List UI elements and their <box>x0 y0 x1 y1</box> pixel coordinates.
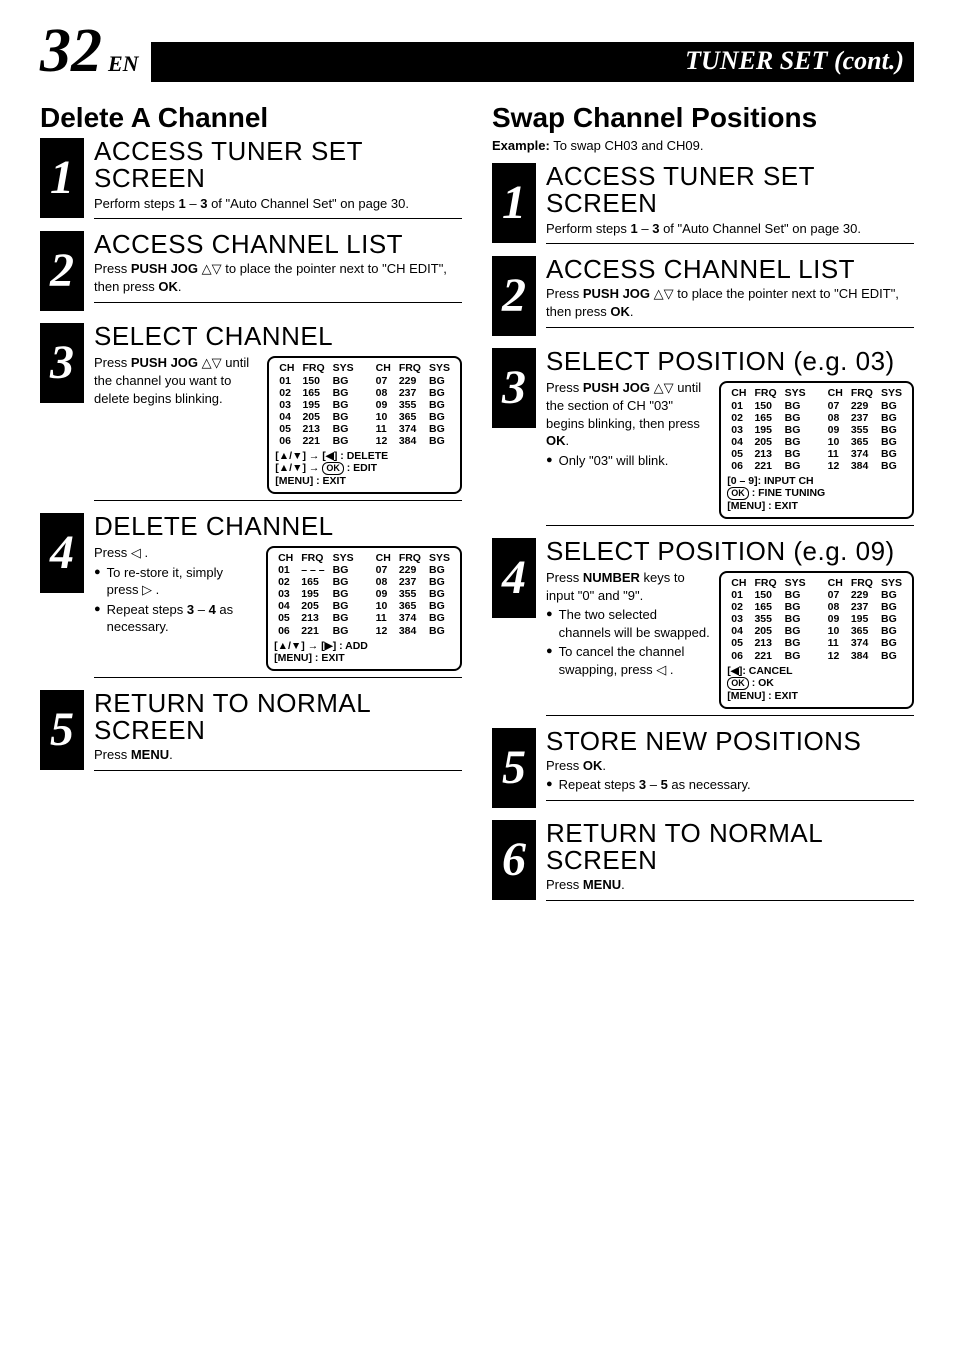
step-title: SELECT POSITION (e.g. 09) <box>546 538 914 565</box>
right-step-6: 6RETURN TO NORMAL SCREENPress MENU. <box>492 820 914 901</box>
step-title: ACCESS TUNER SET SCREEN <box>94 138 462 193</box>
step-title: RETURN TO NORMAL SCREEN <box>546 820 914 875</box>
step-number: 6 <box>492 820 536 900</box>
step-text: Press MENU. <box>94 746 462 764</box>
right-section-title: Swap Channel Positions <box>492 102 914 134</box>
step-number: 1 <box>492 163 536 243</box>
step-divider <box>94 677 462 678</box>
step-number: 2 <box>492 256 536 336</box>
left-step-1: 1ACCESS TUNER SET SCREEN Perform steps 1 … <box>40 138 462 219</box>
example-label: Example: <box>492 138 550 153</box>
step-bullet: ●To re-store it, simply press ▷ . <box>94 564 258 599</box>
right-step-2: 2 ACCESS CHANNEL LISTPress PUSH JOG △▽ to… <box>492 256 914 336</box>
step-divider <box>546 715 914 716</box>
step-bullet: ●Repeat steps 3 – 4 as necessary. <box>94 601 258 636</box>
step-title: SELECT CHANNEL <box>94 323 462 350</box>
step-divider <box>546 243 914 244</box>
step-bullet: ●Only "03" will blink. <box>546 452 711 470</box>
step-divider <box>94 500 462 501</box>
step-number: 4 <box>40 513 84 593</box>
left-step-2: 2 ACCESS CHANNEL LISTPress PUSH JOG △▽ to… <box>40 231 462 311</box>
step-text: Press ◁ . <box>94 544 258 562</box>
right-steps: 1ACCESS TUNER SET SCREEN Perform steps 1 … <box>492 163 914 901</box>
page-number-block: 32 EN <box>40 20 139 82</box>
example-text: To swap CH03 and CH09. <box>553 138 703 153</box>
right-column: Swap Channel Positions Example: To swap … <box>492 92 914 913</box>
step-divider <box>94 770 462 771</box>
step-number: 3 <box>492 348 536 428</box>
step-number: 1 <box>40 138 84 218</box>
left-step-5: 5RETURN TO NORMAL SCREENPress MENU. <box>40 690 462 771</box>
osd-screen: CHFRQSYS01150BG02165BG03355BG04205BG0521… <box>719 571 914 708</box>
content-columns: Delete A Channel 1ACCESS TUNER SET SCREE… <box>40 92 914 913</box>
step-divider <box>94 218 462 219</box>
step-divider <box>546 327 914 328</box>
left-step-3: 3 SELECT CHANNEL Press PUSH JOG △▽ until t… <box>40 323 462 501</box>
step-text: Press PUSH JOG △▽ until the channel you … <box>94 354 259 407</box>
step-title: ACCESS CHANNEL LIST <box>546 256 914 283</box>
left-steps: 1ACCESS TUNER SET SCREEN Perform steps 1 … <box>40 138 462 771</box>
step-title: SELECT POSITION (e.g. 03) <box>546 348 914 375</box>
step-number: 3 <box>40 323 84 403</box>
step-divider <box>546 525 914 526</box>
right-step-1: 1ACCESS TUNER SET SCREEN Perform steps 1 … <box>492 163 914 244</box>
left-step-4: 4 DELETE CHANNEL Press ◁ . ●To re-store it,… <box>40 513 462 678</box>
step-text: Press PUSH JOG △▽ to place the pointer n… <box>546 285 914 320</box>
step-title: ACCESS CHANNEL LIST <box>94 231 462 258</box>
step-text: Press PUSH JOG △▽ until the section of C… <box>546 379 711 449</box>
step-text: Press MENU. <box>546 876 914 894</box>
step-number: 2 <box>40 231 84 311</box>
page-header: 32 EN TUNER SET (cont.) <box>40 20 914 82</box>
page-number: 32 <box>40 20 102 82</box>
step-text: Perform steps 1 – 3 of "Auto Channel Set… <box>94 195 462 213</box>
step-number: 5 <box>40 690 84 770</box>
step-text: Press OK. <box>546 757 914 775</box>
left-section-title: Delete A Channel <box>40 102 462 134</box>
step-bullet: ●The two selected channels will be swapp… <box>546 606 711 641</box>
step-title: ACCESS TUNER SET SCREEN <box>546 163 914 218</box>
right-step-5: 5 STORE NEW POSITIONS Press OK.●Repeat ste… <box>492 728 914 808</box>
step-text: Perform steps 1 – 3 of "Auto Channel Set… <box>546 220 914 238</box>
step-bullet: ●Repeat steps 3 – 5 as necessary. <box>546 776 914 794</box>
step-number: 4 <box>492 538 536 618</box>
osd-screen: CHFRQSYS01– – –BG02165BG03195BG04205BG05… <box>266 546 462 671</box>
step-divider <box>546 800 914 801</box>
right-step-4: 4 SELECT POSITION (e.g. 09) Press NUMBER k… <box>492 538 914 716</box>
left-column: Delete A Channel 1ACCESS TUNER SET SCREE… <box>40 92 462 913</box>
right-example: Example: To swap CH03 and CH09. <box>492 138 914 153</box>
osd-screen: CHFRQSYS01150BG02165BG03195BG04205BG0521… <box>719 381 914 518</box>
osd-screen: CHFRQSYS01150BG02165BG03195BG04205BG0521… <box>267 356 462 493</box>
page-lang: EN <box>108 51 139 77</box>
step-text: Press PUSH JOG △▽ to place the pointer n… <box>94 260 462 295</box>
step-title: DELETE CHANNEL <box>94 513 462 540</box>
step-title: STORE NEW POSITIONS <box>546 728 914 755</box>
step-divider <box>94 302 462 303</box>
right-step-3: 3 SELECT POSITION (e.g. 03) Press PUSH JOG… <box>492 348 914 526</box>
step-number: 5 <box>492 728 536 808</box>
step-title: RETURN TO NORMAL SCREEN <box>94 690 462 745</box>
step-text: Press NUMBER keys to input "0" and "9". <box>546 569 711 604</box>
step-divider <box>546 900 914 901</box>
step-bullet: ●To cancel the channel swapping, press ◁… <box>546 643 711 678</box>
header-title: TUNER SET (cont.) <box>151 42 914 82</box>
